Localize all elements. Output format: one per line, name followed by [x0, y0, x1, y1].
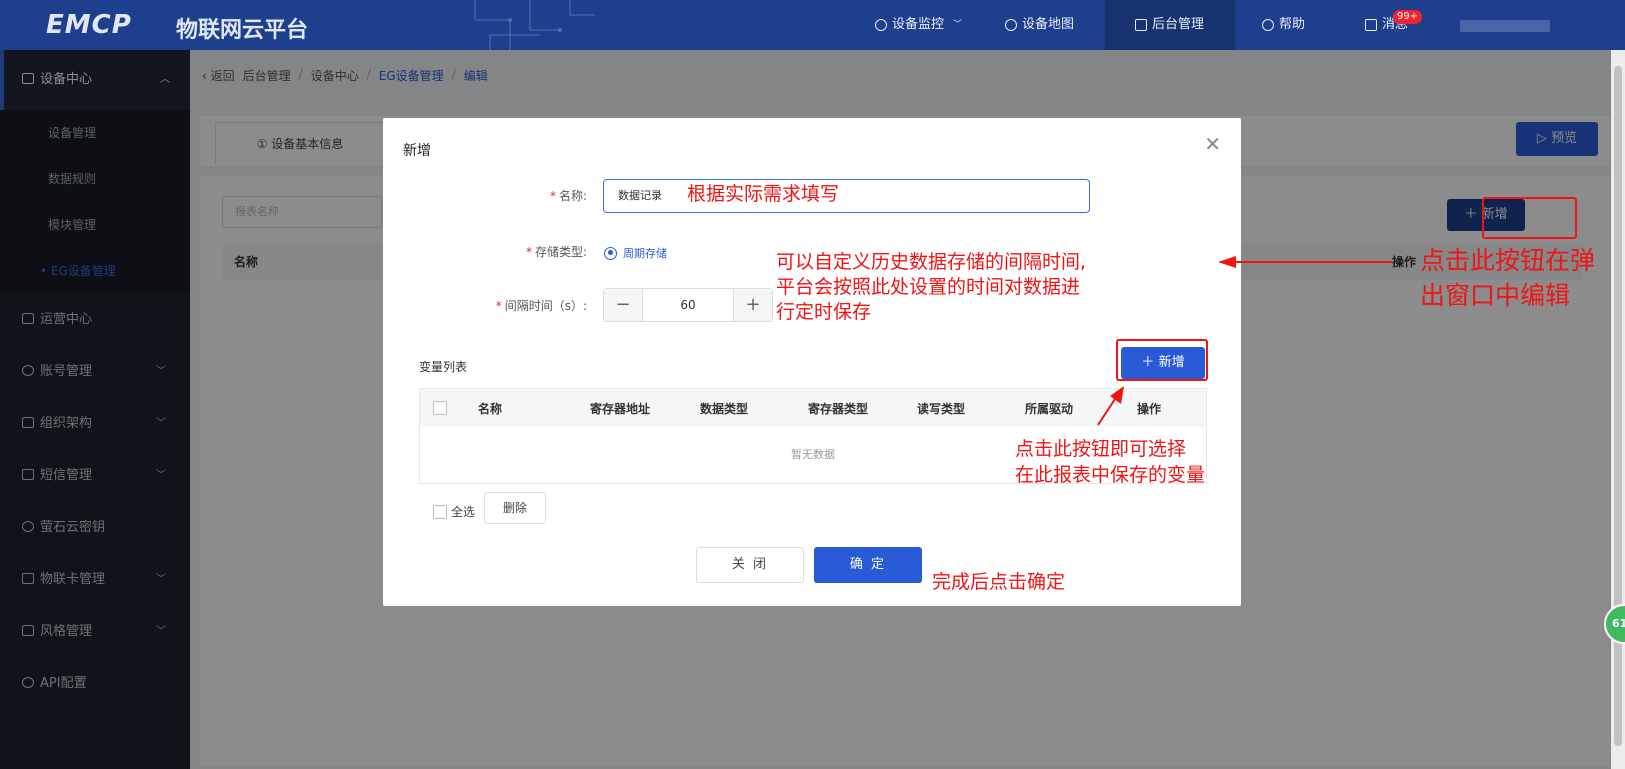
annotation-line: 出窗口中编辑	[1420, 281, 1571, 310]
delete-button[interactable]: 删除	[484, 492, 546, 524]
platform-name: 物联网云平台	[176, 18, 309, 43]
annotation-fill-hint: 根据实际需求填写	[687, 183, 840, 205]
user-icon	[1005, 19, 1017, 31]
name-label: * 名称:	[549, 189, 587, 203]
annotation-line: 在此报表中保存的变量	[1015, 464, 1206, 486]
increment-button[interactable]: +	[734, 289, 772, 321]
storage-option: 周期存储	[623, 247, 667, 260]
annotation-line: 行定时保存	[776, 301, 872, 323]
message-badge: 99+	[1393, 10, 1423, 24]
nav-backend[interactable]: 后台管理	[1105, 0, 1235, 50]
storage-type-label: * 存储类型:	[525, 245, 587, 259]
col-register-address: 寄存器地址	[590, 402, 651, 416]
variable-table-header: 名称 寄存器地址 数据类型 寄存器类型 读写类型 所属驱动 操作	[420, 389, 1206, 427]
close-icon[interactable]: ✕	[1204, 132, 1221, 156]
nav-label: 设备地图	[1022, 17, 1075, 32]
annotation-line: 平台会按照此处设置的时间对数据进	[776, 276, 1081, 298]
confirm-button[interactable]: 确 定	[814, 547, 922, 583]
interval-label: * 间隔时间（s）:	[495, 299, 587, 313]
message-icon	[1365, 19, 1377, 31]
logo: EMCP	[46, 10, 132, 40]
annotation-var-hint: 点击此按钮即可选择 在此报表中保存的变量	[1015, 436, 1205, 488]
modal-title: 新增	[403, 143, 431, 159]
close-button[interactable]: 关 闭	[696, 547, 804, 583]
highlight-box-add	[1482, 197, 1577, 239]
annotation-line: 点击此按钮即可选择	[1015, 438, 1187, 460]
col-action: 操作	[1137, 402, 1162, 416]
nav-label: 后台管理	[1152, 17, 1205, 32]
interval-stepper: − 60 +	[603, 288, 773, 322]
annotation-line: 可以自定义历史数据存储的间隔时间,	[776, 251, 1087, 273]
storage-label-text: 存储类型:	[534, 245, 587, 259]
name-label-text: 名称:	[558, 189, 587, 203]
select-all-label: 全选	[451, 505, 476, 519]
select-all-checkbox[interactable]: 全选	[433, 503, 475, 520]
scrollbar[interactable]	[1611, 50, 1625, 769]
col-data-type: 数据类型	[700, 402, 749, 416]
nav-label: 帮助	[1279, 17, 1306, 32]
annotation-line: 点击此按钮在弹	[1420, 246, 1596, 275]
col-driver: 所属驱动	[1025, 402, 1074, 416]
checkbox-icon	[433, 504, 447, 519]
interval-value[interactable]: 60	[642, 289, 734, 321]
top-header: EMCP 物联网云平台 设备监控 ﹀ 设备地图 后台管理 帮助 消息 99+	[0, 0, 1625, 50]
help-icon	[1262, 19, 1274, 31]
location-icon	[875, 19, 887, 31]
annotation-edit-hint: 点击此按钮在弹 出窗口中编辑	[1420, 243, 1595, 313]
header-checkbox[interactable]	[433, 401, 447, 415]
annotation-ok-hint: 完成后点击确定	[932, 571, 1066, 593]
col-register-type: 寄存器类型	[808, 402, 869, 416]
nav-messages[interactable]: 消息	[1365, 0, 1408, 50]
chevron-down-icon: ﹀	[953, 20, 963, 30]
nav-help[interactable]: 帮助	[1262, 0, 1305, 50]
col-name: 名称	[478, 402, 503, 416]
nav-label: 设备监控	[892, 17, 945, 32]
circuit-decoration	[474, 0, 595, 50]
annotation-interval-hint: 可以自定义历史数据存储的间隔时间, 平台会按照此处设置的时间对数据进 行定时保存	[776, 250, 1086, 325]
scrollbar-thumb[interactable]	[1614, 66, 1622, 746]
highlight-box-var-add	[1116, 339, 1208, 381]
user-name[interactable]	[1460, 20, 1550, 32]
storage-radio-periodic[interactable]: 周期存储	[604, 245, 667, 261]
decrement-button[interactable]: −	[604, 289, 642, 321]
monitor-icon	[1135, 19, 1147, 31]
nav-device-monitor[interactable]: 设备监控 ﹀	[875, 0, 962, 50]
radio-icon	[604, 246, 617, 260]
interval-label-text: 间隔时间（s）:	[504, 299, 587, 313]
name-value: 数据记录	[618, 189, 662, 202]
variable-list-title: 变量列表	[419, 360, 468, 374]
nav-device-map[interactable]: 设备地图	[1005, 0, 1074, 50]
col-rw-type: 读写类型	[917, 402, 966, 416]
nav-label: 消息	[1382, 17, 1409, 32]
name-input[interactable]: 数据记录	[603, 179, 1090, 213]
